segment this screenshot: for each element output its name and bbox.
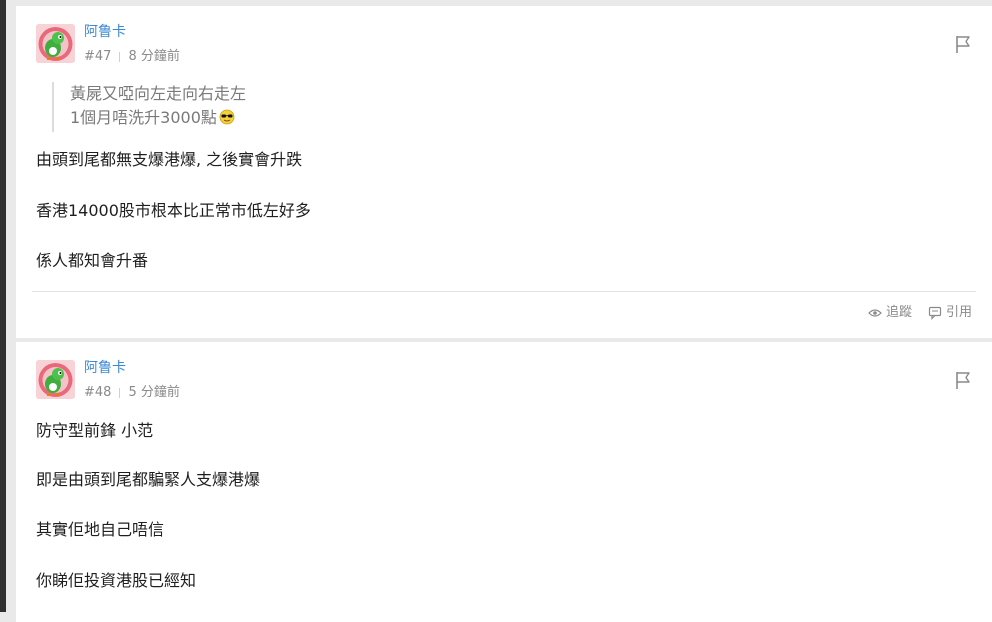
- post-card: 阿鲁卡 #47 8 分鐘前 黃屍又啞向左走向右走左 1個月唔洗升3000點 由頭…: [16, 6, 992, 338]
- meta-separator: [119, 388, 121, 398]
- avatar-image: [36, 24, 75, 63]
- quote-block: 黃屍又啞向左走向右走左 1個月唔洗升3000點: [52, 82, 246, 132]
- quote-line: 1個月唔洗升3000點: [70, 106, 246, 132]
- avatar[interactable]: [36, 360, 75, 399]
- post-paragraph: 係人都知會升番: [36, 251, 149, 270]
- follow-button[interactable]: 追蹤: [868, 305, 912, 321]
- post-divider: [32, 291, 976, 292]
- post-meta: #48 5 分鐘前: [84, 385, 180, 401]
- post-number: #48: [84, 385, 112, 400]
- username-link[interactable]: 阿鲁卡: [84, 24, 126, 40]
- post-time: 5 分鐘前: [128, 385, 180, 400]
- flag-icon[interactable]: [954, 34, 972, 54]
- sunglasses-emoji-icon: [219, 108, 235, 132]
- quote-label: 引用: [945, 305, 972, 320]
- quote-icon: [928, 306, 942, 320]
- post-paragraph: 由頭到尾都無支爆港爆, 之後實會升跌: [36, 150, 303, 169]
- quote-line-text: 1個月唔洗升3000點: [70, 108, 217, 127]
- username-link[interactable]: 阿鲁卡: [84, 360, 126, 376]
- quote-line: 黃屍又啞向左走向右走左: [70, 84, 247, 103]
- post-card: 阿鲁卡 #48 5 分鐘前 防守型前鋒 小范 即是由頭到尾都騙緊人支爆港爆 其實…: [16, 342, 992, 622]
- follow-label: 追蹤: [885, 305, 912, 320]
- left-edge-bar: [0, 0, 6, 612]
- eye-icon: [868, 309, 882, 317]
- post-paragraph: 即是由頭到尾都騙緊人支爆港爆: [36, 470, 261, 489]
- quote-button[interactable]: 引用: [928, 305, 972, 321]
- post-time: 8 分鐘前: [128, 49, 180, 64]
- post-meta: #47 8 分鐘前: [84, 49, 180, 65]
- avatar-image: [36, 360, 75, 399]
- post-paragraph: 香港14000股市根本比正常市低左好多: [36, 201, 311, 220]
- post-paragraph: 防守型前鋒 小范: [36, 421, 154, 440]
- post-number: #47: [84, 49, 112, 64]
- avatar[interactable]: [36, 24, 75, 63]
- post-paragraph: 你睇佢投資港股已經知: [36, 571, 197, 590]
- flag-icon[interactable]: [954, 370, 972, 390]
- post-actions: 追蹤 引用: [868, 305, 972, 321]
- post-paragraph: 其實佢地自己唔信: [36, 520, 165, 539]
- meta-separator: [119, 52, 121, 62]
